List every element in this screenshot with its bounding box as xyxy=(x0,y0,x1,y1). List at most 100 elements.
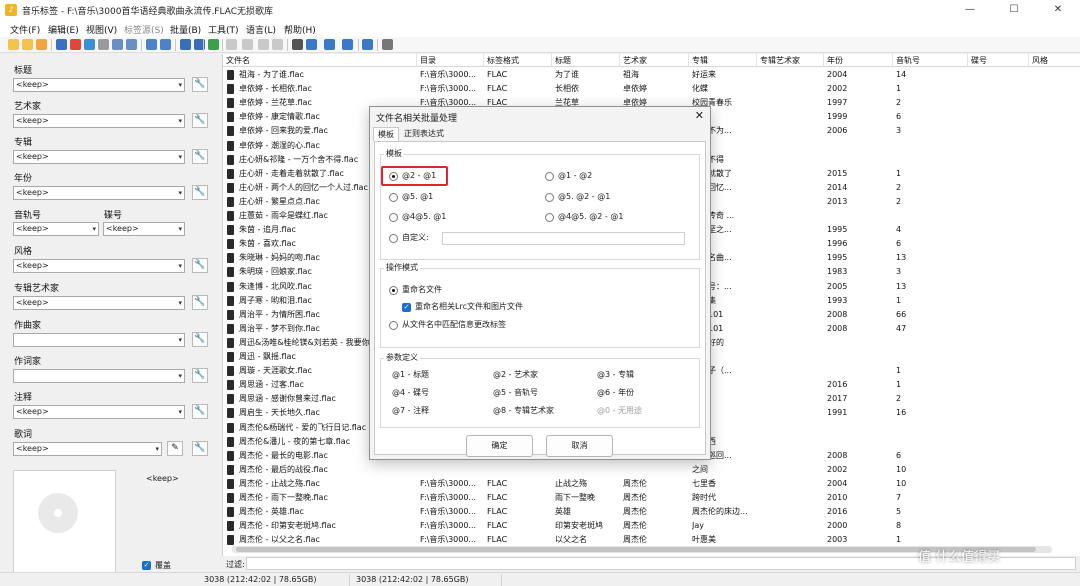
template-option-5[interactable]: @4@5. @1 xyxy=(402,212,446,222)
paste-icon[interactable] xyxy=(126,39,137,50)
tools-icon[interactable] xyxy=(292,39,303,50)
cut-icon[interactable] xyxy=(98,39,109,50)
menu-file[interactable]: 文件(F) xyxy=(10,23,40,36)
select-all-icon[interactable] xyxy=(146,39,157,50)
close-button[interactable]: ✕ xyxy=(1036,0,1080,20)
copy-icon[interactable] xyxy=(112,39,123,50)
menu-edit[interactable]: 编辑(E) xyxy=(48,23,79,36)
table-row[interactable]: 周杰伦 - 英雄.flac F:\音乐\3000... FLAC 英雄 周杰伦 周杰伦的床… xyxy=(223,505,1080,519)
year-combo[interactable]: <keep> ▾ xyxy=(13,186,185,200)
artist-wrench-button[interactable]: 🔧 xyxy=(192,113,208,128)
lyricist-wrench-button[interactable]: 🔧 xyxy=(192,368,208,383)
menu-tag-source[interactable]: 标签源(S) xyxy=(124,23,164,36)
rename-icon[interactable] xyxy=(306,39,317,50)
menu-help[interactable]: 帮助(H) xyxy=(284,23,316,36)
column-header[interactable]: 风格 xyxy=(1029,54,1080,67)
lyrics-wrench-button[interactable]: 🔧 xyxy=(192,441,208,456)
column-header[interactable]: 年份 xyxy=(824,54,893,67)
convert-icon[interactable] xyxy=(342,39,353,50)
column-header[interactable]: 标签格式 xyxy=(484,54,552,67)
column-header[interactable]: 专辑 xyxy=(689,54,757,67)
table-row[interactable]: 周杰伦 - 雨下一整晚.flac F:\音乐\3000... FLAC 雨下一整晚 周杰… xyxy=(223,491,1080,505)
track-combo[interactable]: <keep> ▾ xyxy=(13,222,99,236)
column-header[interactable]: 目录 xyxy=(417,54,484,67)
template-option-4[interactable]: @5. @2 - @1 xyxy=(558,192,610,202)
add-folder-icon[interactable] xyxy=(22,39,33,50)
lyrics-edit-button[interactable]: ✎ xyxy=(167,441,183,456)
export-icon[interactable] xyxy=(362,39,373,50)
maximize-button[interactable]: ☐ xyxy=(992,0,1036,20)
comment-wrench-button[interactable]: 🔧 xyxy=(192,404,208,419)
from-filename-label[interactable]: 从文件名中匹配信息更改标签 xyxy=(402,320,506,330)
columns-icon[interactable] xyxy=(180,39,191,50)
disc-combo[interactable]: <keep> ▾ xyxy=(103,222,185,236)
album-artist-combo[interactable]: <keep> ▾ xyxy=(13,296,185,310)
title-wrench-button[interactable]: 🔧 xyxy=(192,77,208,92)
batch-icon[interactable] xyxy=(324,39,335,50)
tab-regex[interactable]: 正则表达式 xyxy=(400,127,448,141)
composer-wrench-button[interactable]: 🔧 xyxy=(192,332,208,347)
album-combo[interactable]: <keep> ▾ xyxy=(13,150,185,164)
rename-lrc-checkbox[interactable]: ✓ xyxy=(402,303,411,312)
menu-batch[interactable]: 批量(B) xyxy=(170,23,201,36)
tag-dropdown-icon[interactable] xyxy=(242,39,253,50)
save-icon[interactable] xyxy=(56,39,67,50)
from-filename-radio[interactable] xyxy=(389,321,398,330)
template-radio-custom[interactable] xyxy=(389,234,398,243)
lyrics-combo[interactable]: <keep> ▾ xyxy=(13,442,162,456)
year-wrench-button[interactable]: 🔧 xyxy=(192,185,208,200)
rename-lrc-label[interactable]: 重命名相关Lrc文件和图片文件 xyxy=(415,302,523,312)
column-header[interactable]: 碟号 xyxy=(968,54,1029,67)
rename-file-label[interactable]: 重命名文件 xyxy=(402,285,442,295)
album-artist-wrench-button[interactable]: 🔧 xyxy=(192,295,208,310)
menu-language[interactable]: 语言(L) xyxy=(246,23,276,36)
comment-combo[interactable]: <keep> ▾ xyxy=(13,405,185,419)
invert-selection-icon[interactable] xyxy=(160,39,171,50)
template-radio-3[interactable] xyxy=(389,193,398,202)
genre-wrench-button[interactable]: 🔧 xyxy=(192,258,208,273)
lyricist-combo[interactable]: ▾ xyxy=(13,369,185,383)
template-option-6[interactable]: @4@5. @2 - @1 xyxy=(558,212,623,222)
template-radio-4[interactable] xyxy=(545,193,554,202)
column-header[interactable]: 标题 xyxy=(552,54,620,67)
ok-button[interactable]: 确定 xyxy=(466,435,533,457)
undo-icon[interactable] xyxy=(84,39,95,50)
rename-file-radio[interactable] xyxy=(389,286,398,295)
menu-tools[interactable]: 工具(T) xyxy=(208,23,239,36)
template-radio-5[interactable] xyxy=(389,213,398,222)
menu-view[interactable]: 视图(V) xyxy=(86,23,117,36)
cancel-button[interactable]: 取消 xyxy=(546,435,613,457)
tag-icon[interactable] xyxy=(226,39,237,50)
delete-icon[interactable] xyxy=(70,39,81,50)
table-row[interactable]: 祖海 - 为了谁.flac F:\音乐\3000... FLAC 为了谁 祖海 好运来 20… xyxy=(223,68,1080,82)
column-header[interactable]: 文件名 xyxy=(223,54,417,67)
genre-combo[interactable]: <keep> ▾ xyxy=(13,259,185,273)
album-wrench-button[interactable]: 🔧 xyxy=(192,149,208,164)
column-header[interactable]: 专辑艺术家 xyxy=(757,54,824,67)
table-row[interactable]: 周杰伦 - 止战之殇.flac F:\音乐\3000... FLAC 止战之殇 周杰伦 七… xyxy=(223,477,1080,491)
template-radio-6[interactable] xyxy=(545,213,554,222)
settings-gear-icon[interactable] xyxy=(382,39,393,50)
lookup-dropdown-icon[interactable] xyxy=(272,39,283,50)
lookup-icon[interactable] xyxy=(258,39,269,50)
table-row[interactable]: 卓依婷 - 长相依.flac F:\音乐\3000... FLAC 长相依 卓依婷 化蝶 2… xyxy=(223,82,1080,96)
dialog-close-icon[interactable]: ✕ xyxy=(695,109,704,122)
artist-combo[interactable]: <keep> ▾ xyxy=(13,114,185,128)
template-radio-2[interactable] xyxy=(545,172,554,181)
add-files-icon[interactable] xyxy=(36,39,47,50)
title-combo[interactable]: <keep> ▾ xyxy=(13,78,185,92)
table-row[interactable]: 周杰伦 - 最后的战役.flac 之间 2002 10 xyxy=(223,463,1080,477)
custom-template-input[interactable] xyxy=(442,232,685,245)
refresh-icon[interactable] xyxy=(208,39,219,50)
horizontal-scroll-thumb[interactable] xyxy=(236,547,1036,552)
composer-combo[interactable]: ▾ xyxy=(13,333,185,347)
column-header[interactable]: 音轨号 xyxy=(893,54,968,67)
column-header[interactable]: 艺术家 xyxy=(620,54,689,67)
template-option-2[interactable]: @1 - @2 xyxy=(558,171,592,181)
table-row[interactable]: 周杰伦 - 印第安老斑鸠.flac F:\音乐\3000... FLAC 印第安老斑鸠… xyxy=(223,519,1080,533)
minimize-button[interactable]: — xyxy=(948,0,992,20)
open-folder-icon[interactable] xyxy=(8,39,19,50)
tab-template[interactable]: 模板 xyxy=(373,127,399,141)
overwrite-checkbox[interactable]: ✓ xyxy=(142,561,151,570)
template-option-3[interactable]: @5. @1 xyxy=(402,192,433,202)
